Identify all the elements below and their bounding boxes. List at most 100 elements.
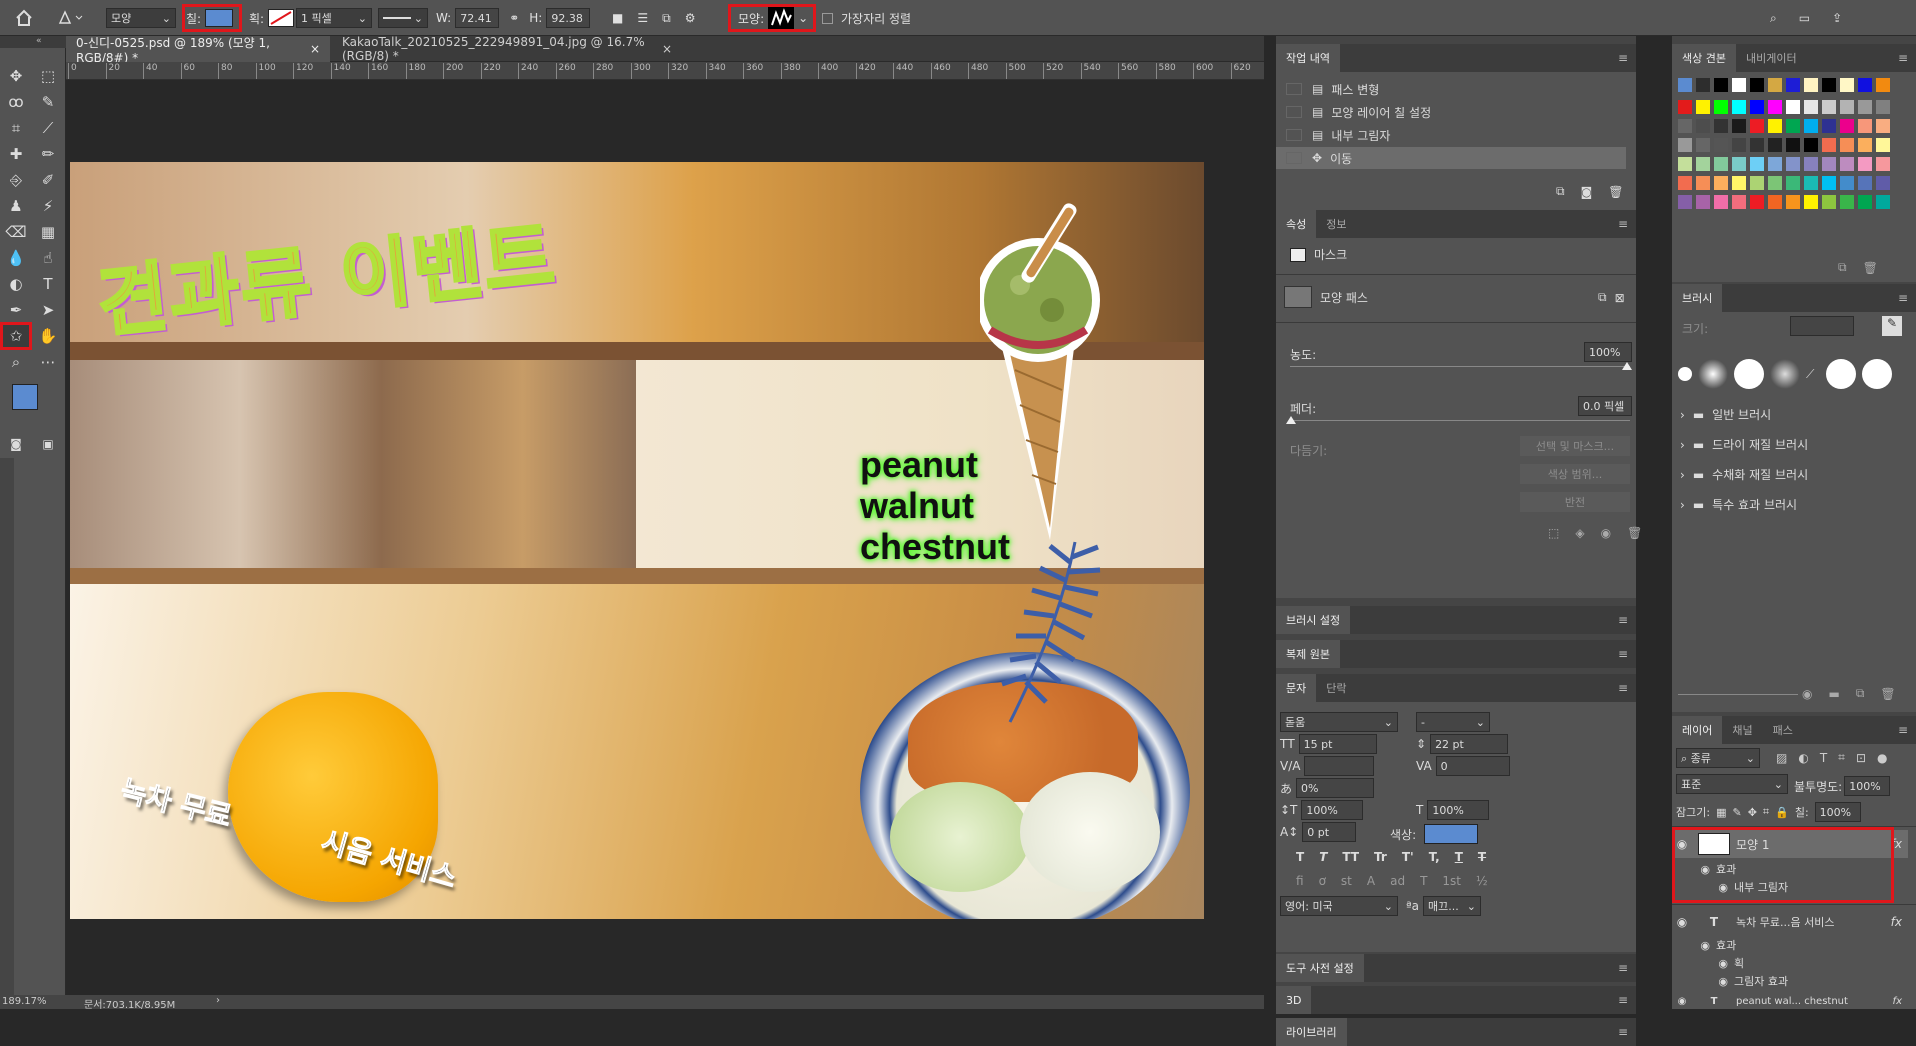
add-mask-icon[interactable]: ⧉ [1598,290,1607,305]
brush-preset[interactable] [1826,359,1856,389]
swatch[interactable] [1714,119,1728,133]
swatch[interactable] [1858,119,1872,133]
brush-group[interactable]: › ▬ 수채화 재질 브러시 [1680,466,1808,483]
layer-row[interactable]: ◉ T 녹차 무료...음 서비스 fx [1672,910,1908,934]
ligatures-button[interactable]: fi [1296,874,1304,888]
quick-mask-icon[interactable]: ◙ [2,432,30,456]
folder-icon[interactable]: ▬ [1828,687,1839,701]
swatch[interactable] [1858,157,1872,171]
history-item-active[interactable]: ✥ 이동 [1276,147,1626,169]
swatch[interactable] [1696,176,1710,190]
eye-icon[interactable]: ◉ [1672,957,1728,970]
fx-icon[interactable]: fx [1893,996,1902,1007]
stroke-width-select[interactable]: 1 픽셀 ⌄ [296,8,372,28]
art-brush-tool-icon[interactable]: ⚡ [34,194,62,218]
fx-icon[interactable]: fx [1891,915,1902,929]
swatch[interactable] [1786,78,1800,92]
tab-paragraph[interactable]: 단락 [1316,674,1356,702]
swatch[interactable] [1732,138,1746,152]
stroke-type-select[interactable]: ⌄ [378,8,428,28]
swatch[interactable] [1768,195,1782,209]
swatch[interactable] [1768,138,1782,152]
brush-settings-header[interactable]: 브러시 설정 ≡ [1276,606,1636,634]
swatch[interactable] [1786,138,1800,152]
new-document-icon[interactable]: ⧉ [1556,184,1565,199]
feather-slider-thumb[interactable] [1286,416,1296,424]
menu-icon[interactable]: ≡ [1898,291,1908,305]
brush-group[interactable]: › ▬ 드라이 재질 브러시 [1680,436,1808,453]
search-icon[interactable]: ⌕ [1770,11,1777,26]
stroke-swatch[interactable] [268,9,295,27]
zoom-tool-icon[interactable]: ⌕ [2,350,30,374]
swatch[interactable] [1876,176,1890,190]
history-brush-tool-icon[interactable]: ✐ [34,168,62,192]
menu-icon[interactable]: ≡ [1618,51,1628,65]
link-icon[interactable]: ⚭ [509,11,519,25]
swatch[interactable] [1678,157,1692,171]
menu-icon[interactable]: ≡ [1618,681,1628,695]
path-alignment-icon[interactable]: ☰ [637,11,648,25]
swatch[interactable] [1750,195,1764,209]
layer-filter-select[interactable]: ⌕ 종류 ⌄ [1676,748,1760,768]
swatch[interactable] [1876,119,1890,133]
tab-tool-presets[interactable]: 도구 사전 설정 [1276,954,1364,982]
swatch[interactable] [1786,119,1800,133]
layer-name[interactable]: 녹차 무료...음 서비스 [1736,914,1891,930]
swatch[interactable] [1714,157,1728,171]
underline-button[interactable]: T [1455,850,1463,864]
swatch[interactable] [1804,176,1818,190]
swatch[interactable] [1768,176,1782,190]
swatch[interactable] [1696,138,1710,152]
swatch[interactable] [1822,119,1836,133]
subscript-button[interactable]: T, [1429,850,1440,864]
camera-icon[interactable]: ◙ [1581,185,1593,199]
brush-group[interactable]: › ▬ 특수 효과 브러시 [1680,496,1797,513]
swatch[interactable] [1750,157,1764,171]
blur-tool-icon[interactable]: 💧 [2,246,30,270]
tab-layers[interactable]: 레이어 [1672,716,1723,744]
brush-preset[interactable] [1678,367,1692,381]
quick-select-tool-icon[interactable]: ✎ [34,90,62,114]
swatch[interactable] [1732,176,1746,190]
tab-3d[interactable]: 3D [1276,986,1312,1014]
swatch[interactable] [1768,100,1782,114]
eye-icon[interactable]: ◉ [1672,996,1692,1007]
menu-icon[interactable]: ≡ [1618,993,1628,1007]
brush-tool-icon[interactable]: ✏ [34,142,62,166]
more-tools-icon[interactable]: ⋯ [34,350,62,374]
eye-icon[interactable]: ◉ [1672,915,1692,929]
share-icon[interactable]: ⇪ [1832,11,1842,25]
density-input[interactable]: 100% [1584,342,1632,362]
menu-icon[interactable]: ≡ [1618,613,1628,627]
invert-button[interactable]: 반전 [1520,492,1630,512]
swatch[interactable] [1750,176,1764,190]
link-mask-icon[interactable]: ◈ [1575,526,1584,540]
swatch[interactable] [1822,100,1836,114]
brush-settings-icon[interactable]: ✎ [1882,316,1902,336]
menu-icon[interactable]: ≡ [1618,1025,1628,1039]
swatch[interactable] [1678,119,1692,133]
swatch[interactable] [1678,78,1692,92]
layer-effect-item[interactable]: ◉ 획 [1672,954,1908,972]
shape-filter-icon[interactable]: ⌗ [1838,750,1845,765]
healing-tool-icon[interactable]: ✚ [2,142,30,166]
swatch[interactable] [1804,138,1818,152]
nuts-text[interactable]: peanut walnut chestnut [860,444,1010,567]
swatch[interactable] [1768,78,1782,92]
swatch[interactable] [1750,138,1764,152]
swatch[interactable] [1858,78,1872,92]
tab-doc-2[interactable]: KakaoTalk_20210525_222949891_04.jpg @ 16… [332,35,682,63]
swatch[interactable] [1696,119,1710,133]
lock-position-icon[interactable]: ✥ [1748,806,1757,819]
swatch[interactable] [1714,138,1728,152]
text-color-swatch[interactable] [1424,824,1479,844]
clone-stamp-tool-icon[interactable]: ⎆ [2,168,30,192]
tab-properties[interactable]: 속성 [1276,210,1317,238]
swatch[interactable] [1714,78,1728,92]
dodge-tool-icon[interactable]: ◐ [2,272,30,296]
swatch[interactable] [1840,100,1854,114]
menu-icon[interactable]: ≡ [1618,647,1628,661]
close-icon[interactable]: × [310,42,320,56]
adjustment-filter-icon[interactable]: ◐ [1798,751,1808,765]
swash-button[interactable]: A [1367,874,1375,888]
